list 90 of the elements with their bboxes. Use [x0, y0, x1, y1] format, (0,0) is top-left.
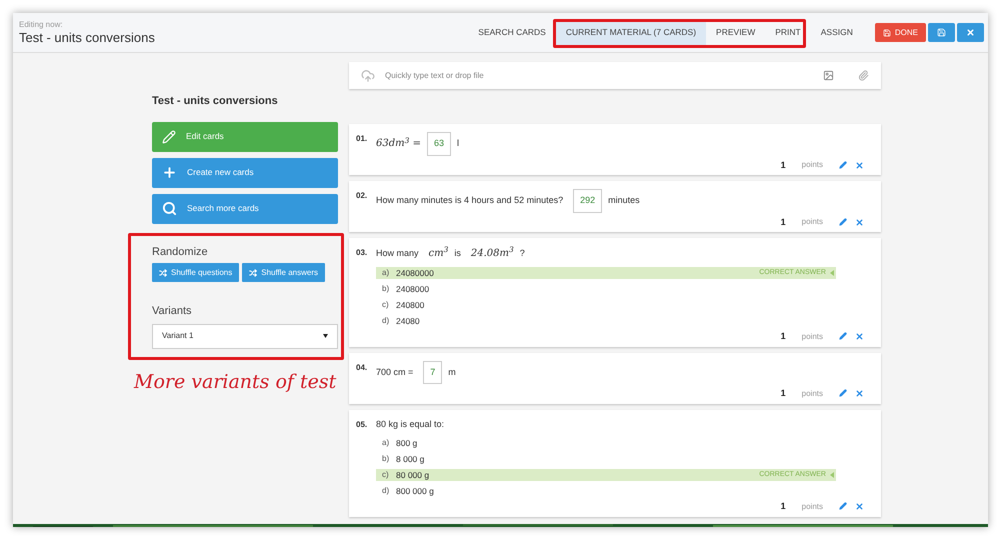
option-letter: d): [381, 485, 390, 497]
option-text: 8 000 g: [396, 452, 426, 466]
delete-icon[interactable]: [855, 160, 864, 170]
points-value: 1: [780, 158, 786, 172]
option-text: 800 g: [396, 436, 418, 450]
save-icon: [937, 28, 946, 37]
question-number: 03.: [356, 247, 368, 259]
sidebar-button[interactable]: Search more cards: [152, 194, 338, 224]
cloud-upload-icon: [361, 68, 375, 82]
variant-select[interactable]: Variant 1: [152, 324, 338, 348]
option-text: 24080000: [396, 266, 435, 280]
question-text: is: [454, 246, 461, 260]
option-text: 800 000 g: [396, 484, 435, 498]
quick-input-field[interactable]: Quickly type text or drop file: [349, 62, 881, 89]
points-value: 1: [780, 330, 786, 343]
dropdown-caret-icon: [323, 334, 328, 338]
edit-icon[interactable]: [839, 332, 847, 340]
sidebar-button[interactable]: Create new cards: [152, 158, 338, 188]
question-text: l: [456, 137, 459, 150]
option-letter: a): [381, 267, 390, 279]
edit-icon[interactable]: [839, 389, 847, 398]
answer-box[interactable]: 63: [426, 132, 451, 156]
points-value: 1: [780, 216, 786, 228]
points-label: points: [802, 159, 823, 172]
option-letter: b): [381, 453, 390, 465]
delete-icon[interactable]: [855, 332, 864, 342]
edit-icon[interactable]: [839, 502, 847, 510]
save-button[interactable]: [928, 23, 955, 42]
nav-tab[interactable]: PRINT: [765, 19, 811, 46]
sidebar-button[interactable]: Edit cards: [152, 122, 338, 152]
section-label: Randomize: [152, 244, 209, 260]
window-title: Test - units conversions: [19, 30, 156, 45]
caret-icon: [830, 472, 834, 478]
option-text: 2408000: [396, 282, 430, 296]
nav-tab[interactable]: SEARCH CARDS: [468, 19, 556, 46]
shuffle-button[interactable]: Shuffle questions: [152, 263, 240, 282]
question-number: 04.: [356, 362, 368, 374]
option-letter: c): [381, 299, 390, 311]
nav-tab[interactable]: PREVIEW: [706, 19, 766, 46]
points-label: points: [802, 388, 823, 400]
paperclip-icon[interactable]: [858, 70, 869, 81]
annotation-text: More variants of test: [134, 370, 336, 395]
editing-caption: Editing now:: [19, 20, 64, 30]
question-number: 05.: [356, 418, 368, 430]
question-number: 02.: [356, 190, 368, 202]
points-value: 1: [780, 387, 786, 400]
question-text: How many minutes is 4 hours and 52 minutes?: [376, 194, 564, 207]
points-label: points: [802, 216, 823, 228]
question-text: 700 cm =: [376, 366, 414, 378]
math-expression: 24.08m$^{3}$: [470, 246, 514, 261]
section-label: Variants: [152, 304, 193, 319]
points-value: 1: [780, 500, 786, 513]
question-number: 01.: [356, 133, 368, 145]
caret-icon: [830, 270, 834, 276]
math-expression: 63dm$^{3}$ =: [376, 136, 421, 152]
save-icon: [882, 28, 891, 36]
question-text: minutes: [608, 194, 640, 207]
answer-box[interactable]: 7: [423, 360, 442, 384]
search-icon: [162, 201, 177, 216]
option-letter: c): [381, 469, 390, 481]
points-label: points: [802, 500, 823, 513]
pencil-icon: [162, 130, 176, 144]
delete-icon[interactable]: [855, 389, 864, 398]
option-text: 240800: [396, 298, 426, 312]
option-letter: d): [381, 315, 390, 327]
question-text: How many: [376, 246, 419, 260]
question-text: ?: [520, 246, 525, 260]
question-text: m: [448, 366, 456, 378]
option-text: 80 000 g: [396, 468, 430, 482]
option-letter: a): [381, 437, 390, 449]
delete-icon[interactable]: [855, 218, 864, 227]
question-text: 80 kg is equal to:: [376, 418, 444, 431]
shuffle-icon: [249, 268, 258, 276]
points-label: points: [802, 330, 823, 343]
shuffle-button[interactable]: Shuffle answers: [242, 263, 326, 282]
plus-icon: [162, 165, 177, 180]
nav-tab[interactable]: ASSIGN: [810, 19, 863, 46]
option-text: 24080: [396, 314, 421, 328]
done-button[interactable]: DONE: [874, 23, 926, 42]
test-title: Test - units conversions: [152, 94, 279, 109]
shuffle-icon: [159, 268, 167, 276]
image-icon[interactable]: [823, 70, 834, 81]
math-expression: cm$^{3}$: [428, 246, 448, 261]
close-icon: [966, 28, 975, 37]
edit-icon[interactable]: [839, 218, 847, 226]
delete-icon[interactable]: [855, 502, 864, 512]
edit-icon[interactable]: [839, 160, 847, 169]
close-button[interactable]: [957, 23, 984, 42]
answer-box[interactable]: 292: [573, 189, 602, 212]
option-letter: b): [381, 283, 390, 295]
